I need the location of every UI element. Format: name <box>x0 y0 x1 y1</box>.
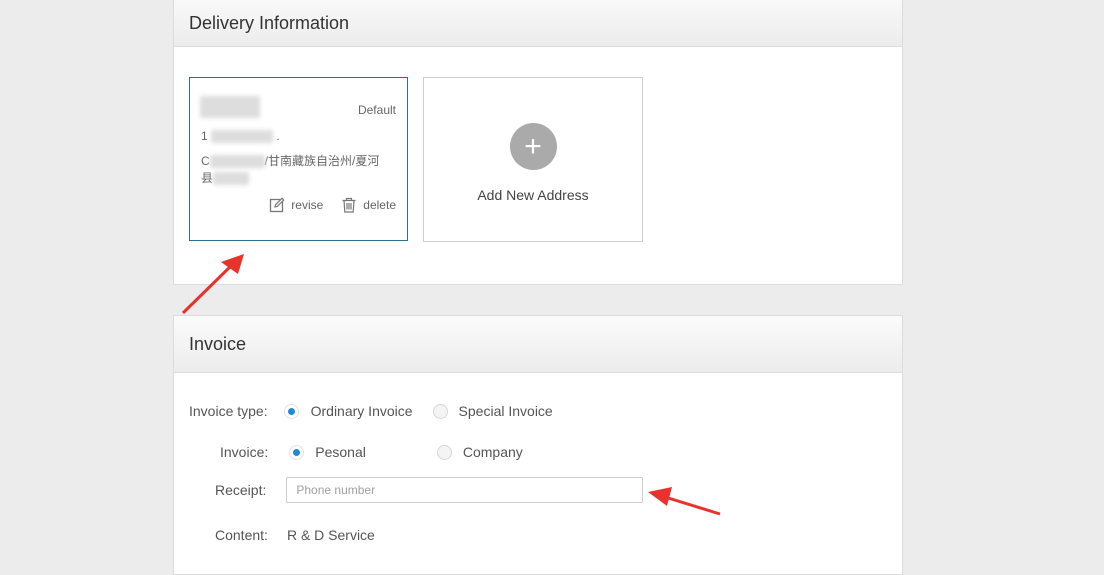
default-badge: Default <box>357 103 396 117</box>
delete-label: delete <box>363 198 396 212</box>
invoice-holder-row: Invoice: Pesonal Company <box>220 444 523 460</box>
content-value: R & D Service <box>286 527 375 543</box>
special-invoice-label: Special Invoice <box>458 403 553 419</box>
revise-button[interactable]: revise <box>269 197 323 213</box>
content-label: Content: <box>215 527 268 543</box>
address-actions: revise delete <box>269 197 396 213</box>
receipt-phone-input[interactable] <box>286 477 644 503</box>
delivery-panel: Delivery Information Default 1 . C/甘南藏族自… <box>173 0 903 285</box>
radio-unselected-icon <box>436 444 452 460</box>
redacted-name <box>200 96 260 118</box>
radio-ordinary-invoice[interactable]: Ordinary Invoice <box>283 403 413 419</box>
radio-unselected-icon <box>432 403 448 419</box>
invoice-holder-label: Invoice: <box>220 444 269 460</box>
content-row: Content: R & D Service <box>215 527 375 543</box>
invoice-panel: Invoice Invoice type: Ordinary Invoice S… <box>173 315 903 575</box>
trash-icon <box>341 197 357 213</box>
edit-icon <box>269 197 285 213</box>
default-address-card[interactable]: Default 1 . C/甘南藏族自治州/夏河 县 revise delete <box>189 77 408 241</box>
personal-label: Pesonal <box>315 444 366 460</box>
ordinary-invoice-label: Ordinary Invoice <box>310 403 413 419</box>
invoice-type-row: Invoice type: Ordinary Invoice Special I… <box>189 403 553 419</box>
receipt-row: Receipt: <box>215 477 644 503</box>
delivery-heading: Delivery Information <box>174 0 902 47</box>
radio-company[interactable]: Company <box>436 444 523 460</box>
invoice-heading: Invoice <box>174 316 902 373</box>
add-address-button[interactable]: + Add New Address <box>423 77 643 242</box>
address-detail: C/甘南藏族自治州/夏河 县 <box>201 154 380 186</box>
invoice-type-label: Invoice type: <box>189 403 268 419</box>
radio-personal[interactable]: Pesonal <box>289 444 366 460</box>
revise-label: revise <box>291 198 324 212</box>
receipt-label: Receipt: <box>215 482 267 498</box>
plus-icon: + <box>509 123 557 170</box>
address-phone: 1 . <box>201 129 280 144</box>
company-label: Company <box>462 444 523 460</box>
radio-selected-icon <box>289 444 305 460</box>
radio-selected-icon <box>283 403 299 419</box>
add-address-label: Add New Address <box>477 187 589 203</box>
delete-button[interactable]: delete <box>341 197 396 213</box>
radio-special-invoice[interactable]: Special Invoice <box>432 403 553 419</box>
